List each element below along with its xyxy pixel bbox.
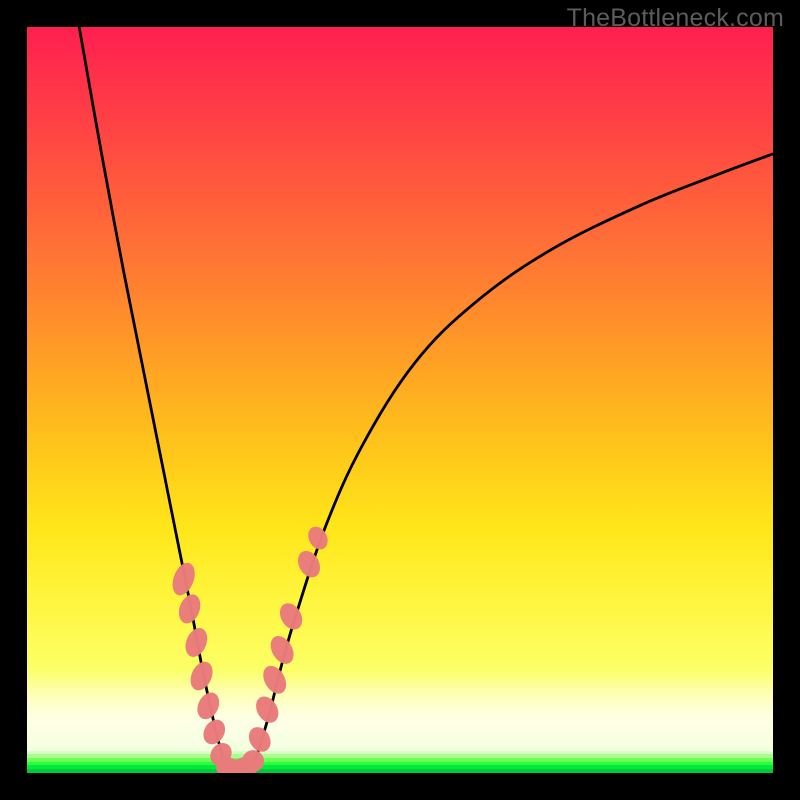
data-point-blob — [266, 632, 298, 668]
data-point-blob — [275, 599, 306, 633]
data-point-blob — [193, 689, 223, 723]
data-point-blob — [175, 591, 204, 626]
plot-area — [27, 27, 773, 773]
data-point-blob — [294, 547, 325, 581]
data-point-blob — [181, 625, 211, 660]
data-point-blob — [186, 658, 216, 694]
curve-right-branch — [251, 154, 773, 773]
curve-left-branch — [79, 27, 228, 773]
data-point-blob — [259, 662, 291, 698]
outer-frame: TheBottleneck.com — [0, 0, 800, 800]
data-point-blobs — [168, 523, 331, 773]
data-point-blob — [168, 560, 198, 599]
data-point-blob — [252, 692, 283, 726]
watermark-text: TheBottleneck.com — [567, 4, 784, 33]
chart-svg — [27, 27, 773, 773]
data-point-blob — [304, 523, 331, 553]
